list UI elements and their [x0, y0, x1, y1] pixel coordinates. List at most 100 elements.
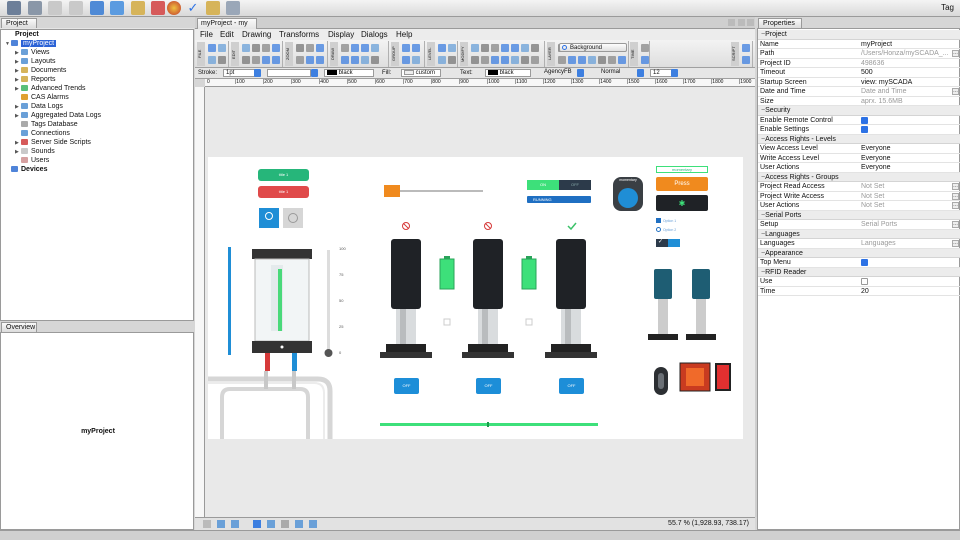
- ribbon-tool-icon[interactable]: [361, 56, 369, 64]
- save-icon[interactable]: [7, 1, 21, 15]
- properties-panel-tab[interactable]: Properties: [758, 18, 802, 28]
- tree-item[interactable]: ▶ Views: [15, 48, 50, 57]
- ellipsis-button-icon[interactable]: …: [952, 50, 959, 57]
- ribbon-tool-icon[interactable]: [558, 56, 566, 64]
- property-row[interactable]: Enable Remote Control: [758, 116, 960, 125]
- stroke-style-dropdown-icon[interactable]: [311, 69, 318, 77]
- ribbon-tool-icon[interactable]: [491, 56, 499, 64]
- status-tool-5-icon[interactable]: [267, 520, 275, 528]
- ellipsis-button-icon[interactable]: …: [952, 240, 959, 247]
- property-row[interactable]: Languages Languages…: [758, 239, 960, 249]
- text-color-select[interactable]: black: [485, 69, 531, 77]
- ribbon-tool-icon[interactable]: [471, 56, 479, 64]
- property-row[interactable]: Name myProject: [758, 40, 960, 49]
- ribbon-tool-icon[interactable]: [218, 44, 226, 52]
- tree-item[interactable]: ▶ Advanced Trends: [15, 84, 85, 93]
- property-value[interactable]: view: mySCADA: [861, 78, 951, 87]
- ribbon-tool-icon[interactable]: [341, 56, 349, 64]
- property-row[interactable]: Time 20: [758, 287, 960, 296]
- power-switch-red[interactable]: [715, 363, 731, 391]
- ribbon-tool-icon[interactable]: [351, 44, 359, 52]
- status-tool-7-icon[interactable]: [295, 520, 303, 528]
- vertical-slider[interactable]: [324, 250, 333, 357]
- property-value[interactable]: Not Set: [861, 192, 951, 201]
- property-value[interactable]: /Users/Honza/mySCADA_...: [861, 49, 951, 58]
- property-value[interactable]: Everyone: [861, 154, 951, 163]
- cancel-toggle-button[interactable]: [283, 208, 303, 228]
- check-switch[interactable]: ✓: [656, 239, 680, 247]
- ribbon-tool-icon[interactable]: [511, 56, 519, 64]
- property-checkbox[interactable]: [861, 116, 868, 124]
- ribbon-tool-icon[interactable]: [371, 44, 379, 52]
- property-value[interactable]: 498636: [861, 59, 951, 68]
- new-view-icon[interactable]: [90, 1, 104, 15]
- ribbon-tool-icon[interactable]: [641, 56, 649, 64]
- ribbon-tool-icon[interactable]: [438, 56, 446, 64]
- property-row[interactable]: User Actions Everyone: [758, 163, 960, 173]
- red-title-button[interactable]: title 1: [258, 186, 309, 198]
- property-value[interactable]: myProject: [861, 40, 951, 49]
- ribbon-tool-icon[interactable]: [501, 56, 509, 64]
- property-row[interactable]: Path/Users/Honza/mySCADA_...…: [758, 49, 960, 59]
- status-tool-4-icon[interactable]: [253, 520, 261, 528]
- tree-devices[interactable]: Devices: [11, 165, 47, 174]
- option-2-radio[interactable]: Option 2: [656, 226, 676, 233]
- palette-icon[interactable]: [167, 1, 181, 15]
- ribbon-tool-icon[interactable]: [608, 56, 616, 64]
- tree-item[interactable]: ▶ Documents: [15, 66, 66, 75]
- stroke-color-select[interactable]: black: [324, 69, 374, 77]
- property-row[interactable]: Setup Serial Ports…: [758, 220, 960, 230]
- ribbon-tool-icon[interactable]: [262, 56, 270, 64]
- ribbon-tool-icon[interactable]: [296, 44, 304, 52]
- redo-icon[interactable]: [69, 1, 83, 15]
- property-row[interactable]: Top Menu: [758, 258, 960, 268]
- on-off-toggle[interactable]: ON OFF: [527, 180, 591, 190]
- ribbon-tool-icon[interactable]: [491, 44, 499, 52]
- property-value[interactable]: Everyone: [861, 163, 951, 172]
- menu-item[interactable]: Display: [328, 30, 354, 39]
- ribbon-tool-icon[interactable]: [568, 56, 576, 64]
- horizontal-slider[interactable]: [384, 185, 483, 197]
- stroke-width-dropdown-icon[interactable]: [254, 69, 261, 77]
- ribbon-tool-icon[interactable]: [641, 44, 649, 52]
- user-toggle-button[interactable]: [259, 208, 279, 228]
- ribbon-tool-icon[interactable]: [402, 44, 410, 52]
- property-row[interactable]: View Access Level Everyone: [758, 144, 960, 154]
- ribbon-tool-icon[interactable]: [316, 56, 324, 64]
- stroke-style-select[interactable]: [267, 69, 311, 77]
- property-row[interactable]: Size aprx. 15.6MB: [758, 97, 960, 106]
- property-section[interactable]: −Languages: [758, 229, 960, 239]
- tree-item[interactable]: ▶ Data Logs: [15, 102, 63, 111]
- ellipsis-button-icon[interactable]: …: [952, 202, 959, 209]
- ribbon-tool-icon[interactable]: [361, 44, 369, 52]
- font-style-dropdown-icon[interactable]: [637, 69, 644, 77]
- property-section[interactable]: −RFID Reader: [758, 267, 960, 277]
- ribbon-tool-icon[interactable]: [448, 44, 456, 52]
- ribbon-tool-icon[interactable]: [341, 44, 349, 52]
- property-row[interactable]: Enable Settings: [758, 125, 960, 135]
- property-value[interactable]: 500: [861, 68, 951, 77]
- ribbon-tool-icon[interactable]: [481, 56, 489, 64]
- property-row[interactable]: Startup Screen view: mySCADA: [758, 78, 960, 87]
- open-folder-icon[interactable]: [206, 1, 220, 15]
- ribbon-tool-icon[interactable]: [412, 56, 420, 64]
- ribbon-tool-icon[interactable]: [262, 44, 270, 52]
- import-icon[interactable]: [110, 1, 124, 15]
- status-tool-1-icon[interactable]: [203, 520, 211, 528]
- ellipsis-button-icon[interactable]: …: [952, 221, 959, 228]
- property-section[interactable]: −Appearance: [758, 248, 960, 258]
- property-value[interactable]: Not Set: [861, 201, 951, 210]
- ribbon-tool-icon[interactable]: [598, 56, 606, 64]
- font-size-dropdown-icon[interactable]: [671, 69, 678, 77]
- tree-item[interactable]: ▶ Sounds: [15, 147, 55, 156]
- close-icon[interactable]: [747, 19, 754, 26]
- project-panel-tab[interactable]: Project: [1, 18, 37, 28]
- option-1-checkbox[interactable]: Option 1: [656, 217, 676, 224]
- ribbon-tool-icon[interactable]: [242, 44, 250, 52]
- property-value[interactable]: Everyone: [861, 144, 951, 153]
- tree-project[interactable]: ▼ myProject: [5, 39, 57, 48]
- property-checkbox[interactable]: [861, 259, 868, 266]
- tree-item[interactable]: ▶ Aggregated Data Logs: [15, 111, 101, 120]
- ribbon-tool-icon[interactable]: [588, 56, 596, 64]
- overview-panel-tab[interactable]: Overview: [1, 322, 37, 332]
